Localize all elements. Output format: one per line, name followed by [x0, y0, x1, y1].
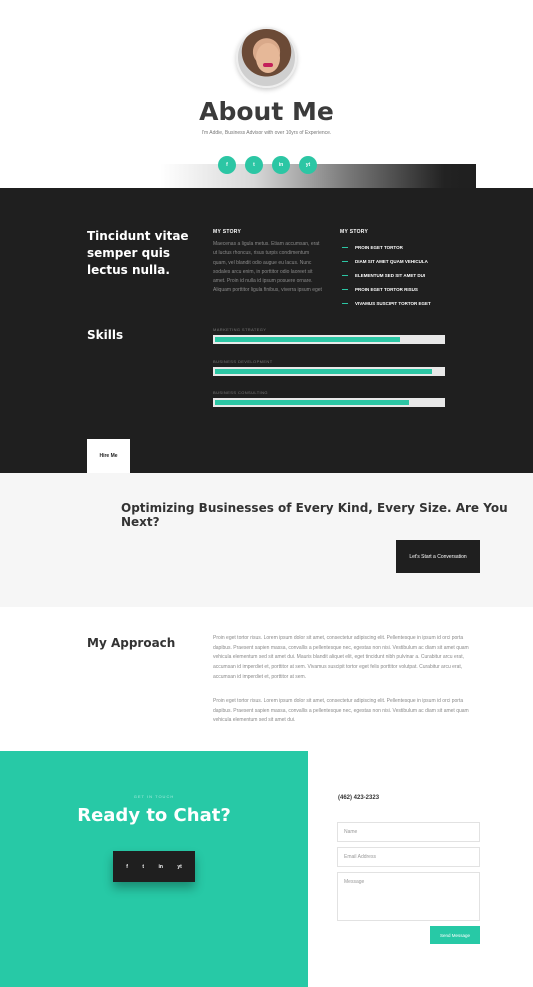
- list-item-label: DIAM SIT AMET QUAM VEHICULA: [355, 258, 428, 264]
- approach-paragraph-2: Proin eget tortor risus. Lorem ipsum dol…: [213, 698, 469, 724]
- story-list: PROIN EGET TORTOR DIAM SIT AMET QUAM VEH…: [342, 240, 482, 310]
- dash-icon: [342, 274, 348, 276]
- youtube-icon[interactable]: yt: [177, 864, 181, 870]
- dash-icon: [342, 288, 348, 290]
- skill-business-consulting: BUSINESS CONSULTING: [213, 390, 445, 407]
- approach-title: My Approach: [87, 636, 176, 650]
- profile-avatar: [236, 27, 297, 88]
- story-title-2: MY STORY: [340, 229, 369, 235]
- phone-number: (462) 423-2323: [338, 795, 380, 801]
- about-section: Tincidunt vitae semper quis lectus nulla…: [0, 188, 533, 473]
- dash-icon: [342, 246, 348, 248]
- email-field[interactable]: Email Address: [337, 847, 480, 867]
- avatar-face: [256, 43, 280, 73]
- avatar-lips: [263, 63, 273, 67]
- twitter-icon[interactable]: t: [142, 864, 144, 870]
- linkedin-icon[interactable]: in: [158, 864, 162, 870]
- skill-bar-fill: [215, 369, 432, 374]
- skill-marketing: MARKETING STRATEGY: [213, 327, 445, 344]
- list-item: VIVAMUS SUSCIPIT TORTOR EGET: [342, 296, 482, 310]
- about-headline: Tincidunt vitae semper quis lectus nulla…: [87, 229, 189, 277]
- name-field[interactable]: Name: [337, 822, 480, 842]
- skill-bar-track: [213, 398, 445, 407]
- dash-icon: [342, 260, 348, 262]
- skill-business-development: BUSINESS DEVELOPMENT: [213, 359, 445, 376]
- hero-subtitle: I'm Addie, Business Advisor with over 10…: [201, 130, 332, 136]
- story-title-1: MY STORY: [213, 229, 242, 235]
- dash-icon: [342, 302, 348, 304]
- skill-label: MARKETING STRATEGY: [213, 327, 267, 332]
- youtube-icon[interactable]: yt: [299, 156, 317, 174]
- start-conversation-button[interactable]: Let's Start a Conversation: [396, 540, 480, 573]
- linkedin-icon[interactable]: in: [272, 156, 290, 174]
- cta-section: Optimizing Businesses of Every Kind, Eve…: [0, 473, 533, 607]
- contact-form: (462) 423-2323 Name Email Address Messag…: [308, 751, 533, 987]
- skill-bar-track: [213, 335, 445, 344]
- chat-section: GET IN TOUCH Ready to Chat? f t in yt: [0, 751, 308, 987]
- chat-kicker: GET IN TOUCH: [133, 794, 175, 799]
- facebook-icon[interactable]: f: [218, 156, 236, 174]
- skills-title: Skills: [87, 328, 124, 342]
- chat-headline: Ready to Chat?: [77, 805, 231, 826]
- approach-paragraph-1: Proin eget tortor risus. Lorem ipsum dol…: [213, 635, 469, 680]
- facebook-icon[interactable]: f: [126, 864, 128, 870]
- skill-label: BUSINESS DEVELOPMENT: [213, 359, 273, 364]
- hero-social-links: f t in yt: [218, 156, 317, 174]
- skill-bar-fill: [215, 400, 409, 405]
- list-item: ELEMENTUM SED SIT AMET DUI: [342, 268, 482, 282]
- hero-section: About Me I'm Addie, Business Advisor wit…: [0, 0, 533, 188]
- approach-section: My Approach Proin eget tortor risus. Lor…: [0, 607, 533, 751]
- list-item-label: PROIN EGET TORTOR: [355, 244, 403, 250]
- skill-bar-fill: [215, 337, 400, 342]
- skill-label: BUSINESS CONSULTING: [213, 390, 268, 395]
- page-title: About Me: [199, 97, 334, 126]
- message-field[interactable]: Message: [337, 872, 480, 921]
- decorative-gradient-band: [160, 164, 476, 188]
- chat-social-links: f t in yt: [113, 851, 195, 882]
- send-message-button[interactable]: Send Message: [430, 926, 480, 944]
- list-item: PROIN EGET TORTOR: [342, 240, 482, 254]
- list-item-label: VIVAMUS SUSCIPIT TORTOR EGET: [355, 300, 431, 306]
- list-item-label: ELEMENTUM SED SIT AMET DUI: [355, 272, 426, 278]
- cta-headline: Optimizing Businesses of Every Kind, Eve…: [121, 501, 508, 529]
- story-text: Maecenas a ligula metus. Etiam accumsan,…: [213, 241, 322, 294]
- twitter-icon[interactable]: t: [245, 156, 263, 174]
- skill-bar-track: [213, 367, 445, 376]
- hire-me-button[interactable]: Hire Me: [87, 439, 130, 473]
- list-item: DIAM SIT AMET QUAM VEHICULA: [342, 254, 482, 268]
- list-item-label: PROIN EGET TORTOR RISUS: [355, 286, 418, 292]
- list-item: PROIN EGET TORTOR RISUS: [342, 282, 482, 296]
